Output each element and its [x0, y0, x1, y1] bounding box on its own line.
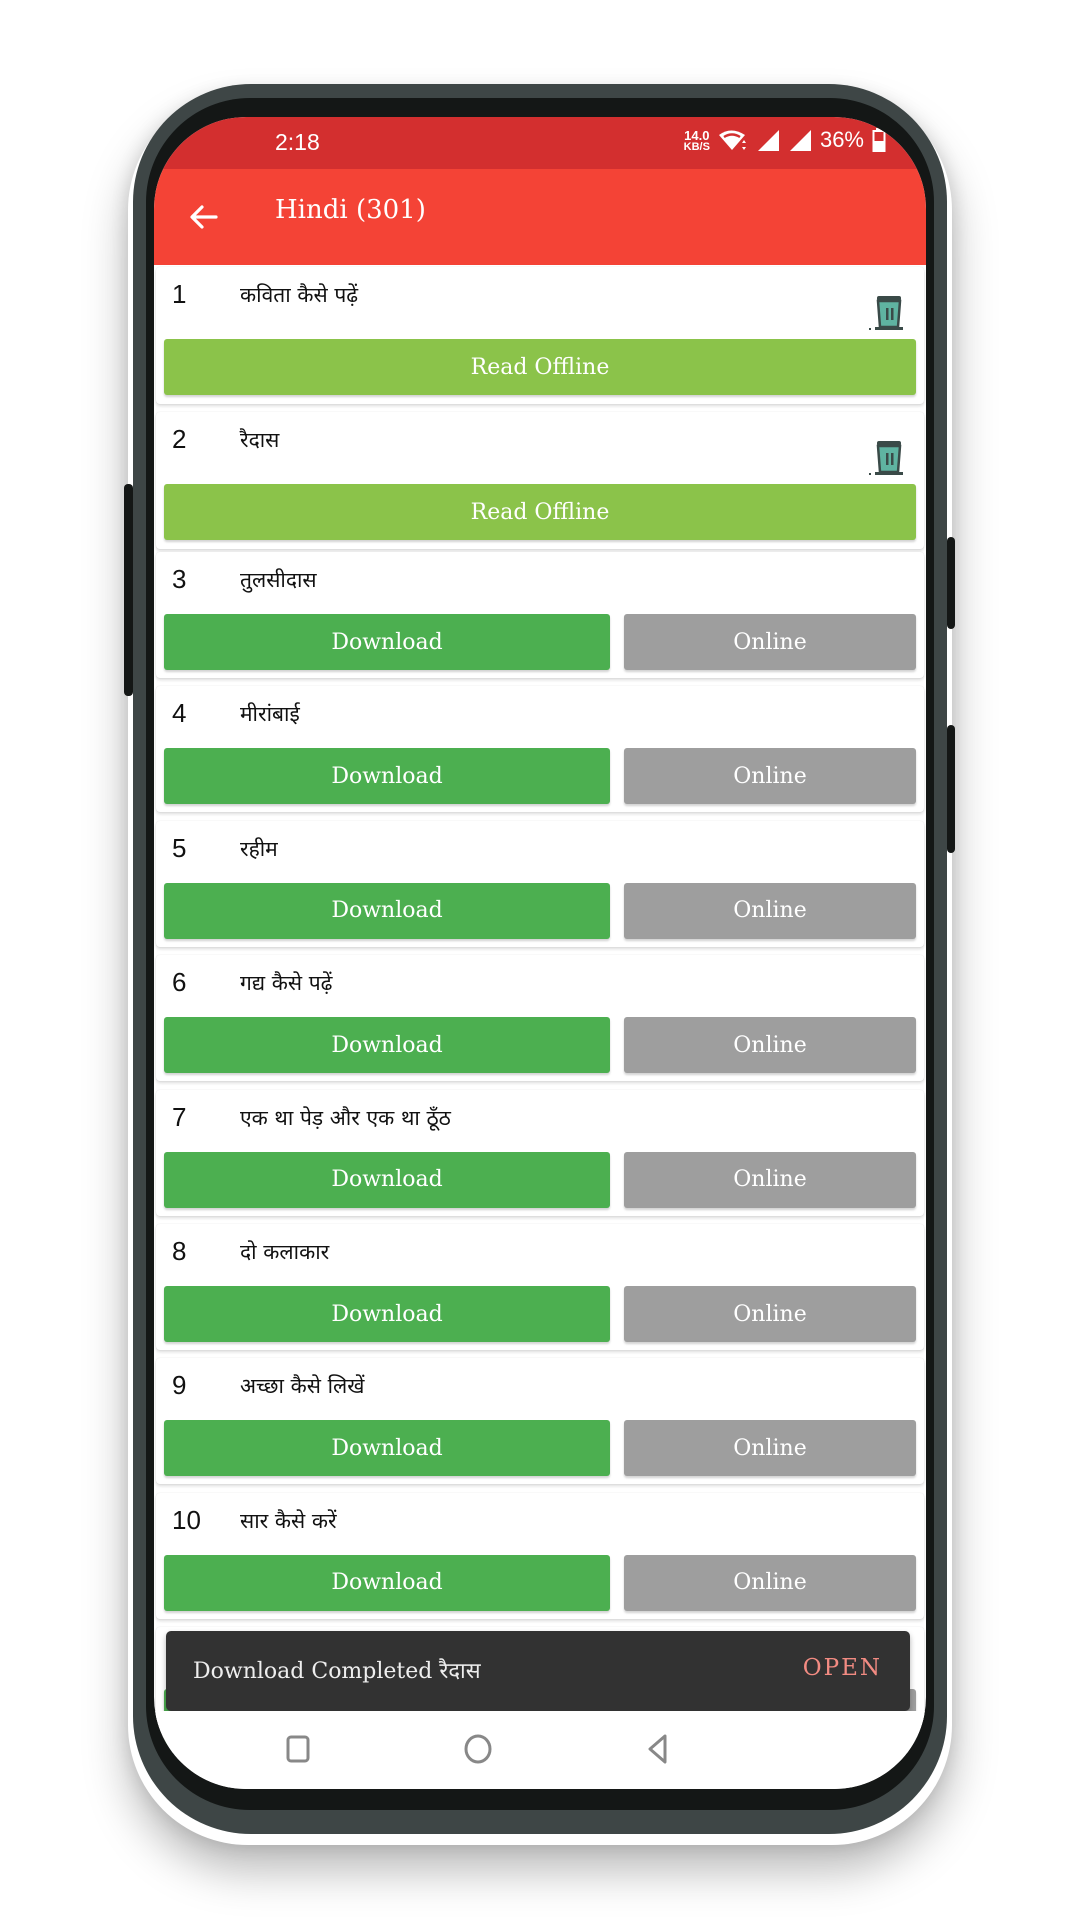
list-item: 2 रैदास Read Offline: [156, 412, 924, 549]
download-button[interactable]: Download: [164, 1554, 610, 1611]
item-number: 4: [172, 698, 187, 729]
online-button[interactable]: Online: [624, 748, 916, 805]
list-item: 1 कविता कैसे पढ़ें Read Offline: [156, 267, 924, 404]
phone-right-upper-button: [947, 537, 955, 629]
network-speed-unit: KB/S: [683, 140, 710, 153]
list-item: 9 अच्छा कैसे लिखें Download Online: [156, 1358, 924, 1485]
screen: 2:18 14.0 KB/S 36% Hindi (301) 1 कविता क…: [154, 117, 926, 1789]
list-item: 6 गद्य कैसे पढ़ें Download Online: [156, 955, 924, 1082]
online-button[interactable]: Online: [624, 1286, 916, 1342]
download-button[interactable]: Download: [164, 614, 610, 670]
item-title[interactable]: गद्य कैसे पढ़ें: [240, 969, 332, 997]
item-title[interactable]: मीरांबाई: [240, 700, 300, 728]
wifi-icon: [718, 130, 746, 150]
download-button[interactable]: Download: [164, 882, 610, 939]
online-button[interactable]: Online: [624, 1017, 916, 1074]
network-speed: 14.0 KB/S: [683, 127, 710, 153]
item-title[interactable]: सार कैसे करें: [240, 1507, 337, 1535]
read-offline-button[interactable]: Read Offline: [164, 484, 916, 540]
status-time: 2:18: [275, 129, 320, 155]
item-title[interactable]: रहीम: [240, 835, 278, 863]
phone-right-lower-button: [947, 725, 955, 853]
snackbar-message: Download Completed रैदास: [193, 1659, 481, 1684]
download-button[interactable]: Download: [164, 1286, 610, 1342]
network-speed-value: 14.0: [684, 127, 710, 143]
battery-icon: [872, 128, 886, 152]
item-number: 10: [172, 1504, 201, 1535]
item-title[interactable]: एक था पेड़ और एक था ठूँठ: [240, 1104, 451, 1132]
back-triangle-icon[interactable]: [638, 1729, 678, 1769]
item-number: 7: [172, 1101, 187, 1132]
status-bar: 2:18 14.0 KB/S 36%: [154, 117, 926, 169]
item-number: 3: [172, 564, 187, 594]
page-title: Hindi (301): [275, 195, 426, 225]
list-item: 7 एक था पेड़ और एक था ठूँठ Download Online: [156, 1089, 924, 1216]
item-number: 1: [172, 279, 187, 309]
online-button[interactable]: Online: [624, 614, 916, 670]
item-number: 9: [172, 1370, 187, 1401]
trash-icon[interactable]: [866, 436, 908, 478]
download-button[interactable]: Download: [164, 1151, 610, 1208]
battery-percent: 36%: [819, 127, 864, 152]
online-button[interactable]: Online: [624, 1554, 916, 1611]
online-button[interactable]: Online: [624, 1151, 916, 1208]
item-number: 2: [172, 424, 187, 454]
list-item: 8 दो कलाकार Download Online: [156, 1224, 924, 1350]
snackbar-open-button[interactable]: OPEN: [803, 1655, 882, 1681]
item-title[interactable]: अच्छा कैसे लिखें: [240, 1372, 364, 1400]
list-item: 10 सार कैसे करें Download Online: [156, 1492, 924, 1619]
item-title[interactable]: कविता कैसे पढ़ें: [240, 281, 358, 309]
trash-icon[interactable]: [866, 291, 908, 333]
read-offline-button[interactable]: Read Offline: [164, 339, 916, 395]
online-button[interactable]: Online: [624, 882, 916, 939]
signal-icon: [789, 130, 811, 151]
phone-left-side-button: [124, 484, 133, 696]
recents-square-icon[interactable]: [278, 1729, 318, 1769]
item-title[interactable]: रैदास: [240, 426, 279, 454]
item-title[interactable]: तुलसीदास: [240, 566, 317, 594]
download-button[interactable]: Download: [164, 1017, 610, 1074]
home-circle-icon[interactable]: [458, 1729, 498, 1769]
download-button[interactable]: Download: [164, 1420, 610, 1477]
item-number: 5: [172, 832, 187, 863]
online-button[interactable]: Online: [624, 1420, 916, 1477]
system-nav-bar: [154, 1711, 926, 1789]
list-item: 3 तुलसीदास Download Online: [156, 552, 924, 678]
snackbar: Download Completed रैदास OPEN: [166, 1631, 910, 1711]
signal-icon: [757, 130, 779, 151]
app-toolbar: Hindi (301): [154, 169, 926, 265]
status-icons: 14.0 KB/S 36%: [684, 127, 886, 153]
item-title[interactable]: दो कलाकार: [240, 1238, 329, 1266]
item-number: 8: [172, 1236, 187, 1266]
arrow-left-icon[interactable]: [186, 199, 222, 235]
download-button[interactable]: Download: [164, 748, 610, 805]
item-number: 6: [172, 967, 187, 998]
list-item: 5 रहीम Download Online: [156, 820, 924, 947]
list-item: 4 मीरांबाई Download Online: [156, 686, 924, 813]
